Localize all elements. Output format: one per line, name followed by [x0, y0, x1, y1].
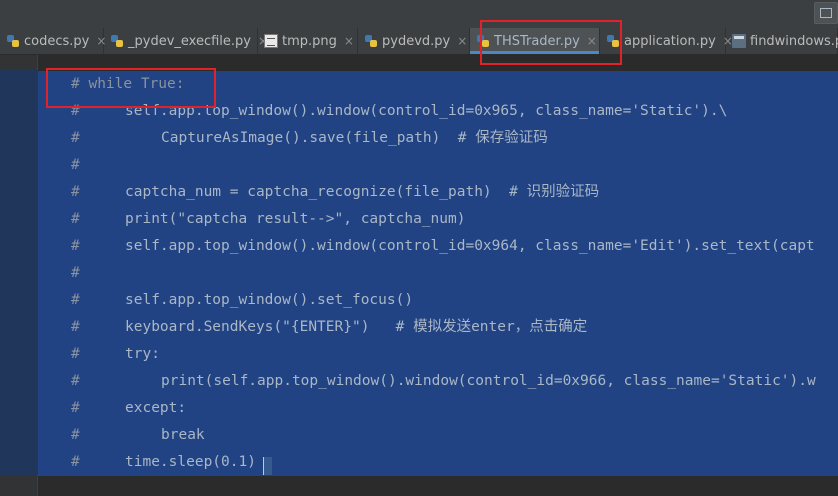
- code-line: # captcha_num = captcha_recognize(file_p…: [38, 179, 838, 206]
- comment-marker: #: [71, 454, 80, 470]
- window-icon: [820, 8, 832, 18]
- line-text: except:: [125, 400, 187, 416]
- comment-marker: #: [71, 157, 80, 173]
- line-text: print(self.app.top_window().window(contr…: [161, 373, 816, 389]
- code-line: # print(self.app.top_window().window(con…: [38, 368, 838, 395]
- tab-label: findwindows.p: [750, 33, 838, 49]
- comment-marker: #: [71, 319, 80, 335]
- comment-marker: #: [71, 238, 80, 254]
- line-text: time.sleep(0.1): [125, 454, 256, 470]
- code-line: # self.app.top_window().window(control_i…: [38, 233, 838, 260]
- code-editor[interactable]: # while True: # self.app.top_window().wi…: [38, 55, 838, 496]
- line-text: keyboard.SendKeys("{ENTER}") # 模拟发送enter…: [125, 319, 588, 335]
- code-line: #: [38, 152, 838, 179]
- tab-label: codecs.py: [24, 33, 90, 49]
- line-text: self.app.top_window().window(control_id=…: [125, 238, 815, 254]
- code-line: # print("captcha result-->", captcha_num…: [38, 206, 838, 233]
- code-lines: # while True: # self.app.top_window().wi…: [38, 71, 838, 476]
- comment-marker: #: [71, 346, 80, 362]
- line-text: CaptureAsImage().save(file_path) # 保存验证码: [161, 130, 548, 146]
- comment-marker: #: [71, 373, 80, 389]
- code-line: # break: [38, 422, 838, 449]
- annotation-box-while: [46, 68, 216, 108]
- close-icon[interactable]: ×: [344, 34, 354, 48]
- python-file-icon: [364, 34, 378, 48]
- line-text: captcha_num = captcha_recognize(file_pat…: [125, 184, 600, 200]
- tab-label: tmp.png: [282, 33, 337, 49]
- comment-marker: #: [71, 265, 80, 281]
- image-file-icon: [264, 34, 278, 48]
- window-layout-button[interactable]: [814, 2, 838, 24]
- line-text: self.app.top_window().set_focus(): [125, 292, 414, 308]
- code-line: # CaptureAsImage().save(file_path) # 保存验…: [38, 125, 838, 152]
- tab-tmp-png[interactable]: tmp.png ×: [258, 28, 358, 54]
- tab-label: pydevd.py: [382, 33, 451, 49]
- comment-marker: #: [71, 400, 80, 416]
- code-line: # try:: [38, 341, 838, 368]
- tab-pydevd[interactable]: pydevd.py ×: [358, 28, 470, 54]
- comment-marker: #: [71, 427, 80, 443]
- annotation-box-tab: [480, 20, 622, 65]
- python-file-icon: [110, 34, 124, 48]
- python-file-icon: [6, 34, 20, 48]
- comment-marker: #: [71, 292, 80, 308]
- top-toolbar: [0, 0, 838, 29]
- gutter-selection-band: [0, 70, 38, 475]
- tab-label: application.py: [624, 33, 716, 49]
- line-text: break: [161, 427, 205, 443]
- code-line: # self.app.top_window().set_focus(): [38, 287, 838, 314]
- line-text: try:: [125, 346, 160, 362]
- line-text: print("captcha result-->", captcha_num): [125, 211, 466, 227]
- tab-label: _pydev_execfile.py: [128, 33, 251, 49]
- code-line: # keyboard.SendKeys("{ENTER}") # 模拟发送ent…: [38, 314, 838, 341]
- comment-marker: #: [71, 184, 80, 200]
- window-file-icon: [732, 34, 746, 48]
- editor-tab-bar: codecs.py × _pydev_execfile.py × tmp.png…: [0, 28, 838, 55]
- comment-marker: #: [71, 211, 80, 227]
- comment-marker: #: [71, 130, 80, 146]
- code-line: # except:: [38, 395, 838, 422]
- code-line: # time.sleep(0.1): [38, 449, 838, 476]
- tab-codecs[interactable]: codecs.py ×: [0, 28, 106, 54]
- code-line: #: [38, 260, 838, 287]
- close-icon[interactable]: ×: [457, 34, 467, 48]
- tab-pydev-execfile[interactable]: _pydev_execfile.py ×: [104, 28, 268, 54]
- text-caret: [263, 457, 272, 475]
- tab-findwindows[interactable]: findwindows.p: [726, 28, 838, 54]
